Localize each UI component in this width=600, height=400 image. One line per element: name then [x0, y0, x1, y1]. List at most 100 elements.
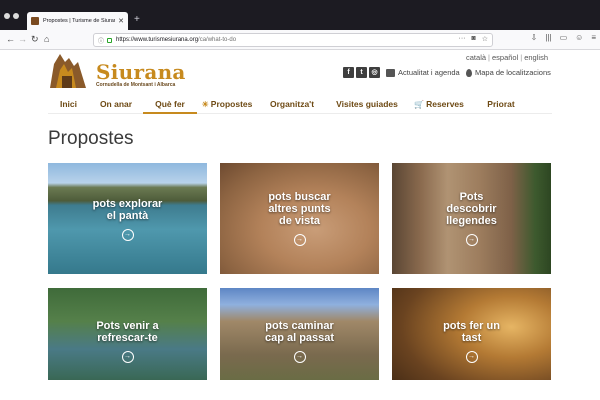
menu-item-propostes[interactable]: ☀ Propostes — [197, 96, 257, 114]
card-title-line: de vista — [279, 215, 320, 227]
card-title-line: pots fer un — [443, 320, 500, 332]
proposal-card[interactable]: Pots venir a refrescar-te → — [48, 288, 207, 380]
social-links: f t ◎ — [343, 67, 380, 78]
facebook-icon[interactable]: f — [343, 67, 354, 78]
url-actions: ··· ◙ ☆ — [458, 35, 488, 43]
lock-icon — [107, 37, 113, 43]
page-title: Propostes — [48, 128, 134, 149]
tab-title: Propostes | Turisme de Siurana — [43, 18, 116, 24]
cart-icon: 🛒 — [414, 100, 425, 109]
menu-item-que-fer[interactable]: Què fer — [143, 96, 197, 114]
menu-icon[interactable]: ≡ — [591, 33, 596, 42]
back-icon[interactable]: ← — [6, 33, 15, 45]
card-title: pots caminar cap al passat — [220, 320, 379, 344]
menu-item-visites-guiades[interactable]: Visites guiades — [327, 96, 407, 114]
pocket-icon[interactable]: ◙ — [471, 35, 475, 43]
card-title-line: pots buscar — [268, 191, 331, 203]
window-close-button[interactable] — [4, 13, 10, 19]
url-text: https://www.turismesiurana.org/ca/what-t… — [116, 37, 236, 43]
lang-catala[interactable]: català — [466, 53, 486, 62]
card-title-line: llegendes — [446, 215, 497, 227]
map-link[interactable]: Mapa de localitzacions — [466, 68, 551, 77]
siurana-logo-icon[interactable] — [48, 50, 88, 90]
forward-icon[interactable]: → — [18, 33, 27, 45]
browser-nav-bar: ← → ↻ ⌂ ⓘ https://www.turismesiurana.org… — [0, 30, 600, 50]
lang-separator: | — [520, 53, 523, 62]
proposal-card[interactable]: Pots descobrir llegendes → — [392, 163, 551, 274]
menu-item-label: Inici — [59, 99, 77, 109]
proposal-card[interactable]: pots buscar altres punts de vista → — [220, 163, 379, 274]
card-title-line: refrescar-te — [97, 332, 158, 344]
info-icon[interactable]: ⓘ — [98, 36, 104, 45]
url-bar[interactable]: ⓘ https://www.turismesiurana.org/ca/what… — [93, 33, 493, 47]
web-page: Siurana Cornudella de Montsant i Albarca… — [0, 50, 600, 380]
agenda-link[interactable]: Actualitat i agenda — [386, 68, 460, 77]
main-menu: Inici On anar Què fer ☀ Propostes Organit… — [48, 96, 552, 114]
browser-tab-bar: Propostes | Turisme de Siurana ✕ + — [0, 0, 600, 30]
menu-item-label: Visites guiades — [336, 99, 398, 109]
new-tab-button[interactable]: + — [134, 14, 140, 26]
bookmark-star-icon[interactable]: ☆ — [482, 35, 488, 43]
arrow-right-icon[interactable]: → — [293, 234, 306, 246]
tab-close-icon[interactable]: ✕ — [118, 17, 124, 25]
lang-espanol[interactable]: español — [492, 53, 518, 62]
card-title-line: altres punts — [268, 203, 331, 215]
menu-item-reserves[interactable]: 🛒 Reserves — [407, 96, 471, 114]
card-title: pots fer un tast — [392, 320, 551, 344]
instagram-icon[interactable]: ◎ — [369, 67, 380, 78]
site-favicon-icon — [31, 17, 39, 25]
account-icon[interactable]: ☺ — [575, 33, 583, 42]
page-bottom-area — [0, 380, 600, 400]
card-title-line: Pots — [459, 191, 484, 203]
more-icon[interactable]: ··· — [458, 35, 465, 43]
menu-item-priorat[interactable]: Priorat — [471, 96, 531, 114]
menu-item-organitzat[interactable]: Organitza't — [257, 96, 327, 114]
logo-subtitle: Cornudella de Montsant i Albarca — [96, 82, 176, 88]
sun-icon: ☀ — [201, 100, 209, 109]
card-title-line: descobrir — [446, 203, 497, 215]
card-title-line: pots explorar — [92, 198, 163, 210]
reload-icon[interactable]: ↻ — [31, 33, 39, 45]
arrow-right-icon[interactable]: → — [121, 229, 134, 241]
toolbar-icons: ⇩ ||| ▭ ☺ ≡ — [531, 33, 596, 42]
menu-item-inici[interactable]: Inici — [48, 96, 89, 114]
menu-item-label: Què fer — [155, 99, 185, 109]
card-title-line: Pots venir a — [96, 320, 159, 332]
card-title: pots buscar altres punts de vista — [220, 191, 379, 227]
menu-item-label: Propostes — [210, 99, 253, 109]
arrow-right-icon[interactable]: → — [121, 351, 134, 363]
card-title-line: cap al passat — [264, 332, 335, 344]
lang-english[interactable]: english — [524, 53, 548, 62]
url-domain: https://www.turismesiurana.org — [116, 37, 199, 43]
proposal-card[interactable]: pots caminar cap al passat → — [220, 288, 379, 380]
menu-item-label: On anar — [99, 99, 133, 109]
library-icon[interactable]: ||| — [545, 33, 551, 42]
card-title-line: el pantà — [106, 210, 149, 222]
window-minimize-button[interactable] — [13, 13, 19, 19]
card-title-line: pots caminar — [265, 320, 334, 332]
menu-item-label: Reserves — [426, 99, 464, 109]
card-title: pots explorar el pantà — [48, 198, 207, 222]
twitter-icon[interactable]: t — [356, 67, 367, 78]
arrow-right-icon[interactable]: → — [465, 234, 478, 246]
card-title: Pots venir a refrescar-te — [48, 320, 207, 344]
map-pin-icon — [466, 68, 472, 77]
card-title: Pots descobrir llegendes — [392, 191, 551, 227]
home-icon[interactable]: ⌂ — [44, 33, 49, 45]
proposal-card[interactable]: pots fer un tast → — [392, 288, 551, 380]
menu-item-on-anar[interactable]: On anar — [89, 96, 143, 114]
arrow-right-icon[interactable]: → — [293, 351, 306, 363]
language-switcher: català | español | english — [466, 53, 548, 62]
arrow-right-icon[interactable]: → — [465, 351, 478, 363]
proposal-card[interactable]: pots explorar el pantà → — [48, 163, 207, 274]
lang-separator: | — [488, 53, 490, 62]
menu-item-label: Priorat — [487, 99, 515, 109]
logo-name[interactable]: Siurana — [96, 60, 186, 84]
agenda-label: Actualitat i agenda — [398, 68, 460, 77]
calendar-icon — [386, 68, 395, 77]
sidebar-icon[interactable]: ▭ — [560, 33, 568, 42]
download-icon[interactable]: ⇩ — [531, 33, 538, 42]
url-path: /ca/what-to-do — [198, 37, 237, 43]
map-label: Mapa de localitzacions — [475, 68, 551, 77]
browser-tab[interactable]: Propostes | Turisme de Siurana ✕ — [27, 12, 128, 30]
